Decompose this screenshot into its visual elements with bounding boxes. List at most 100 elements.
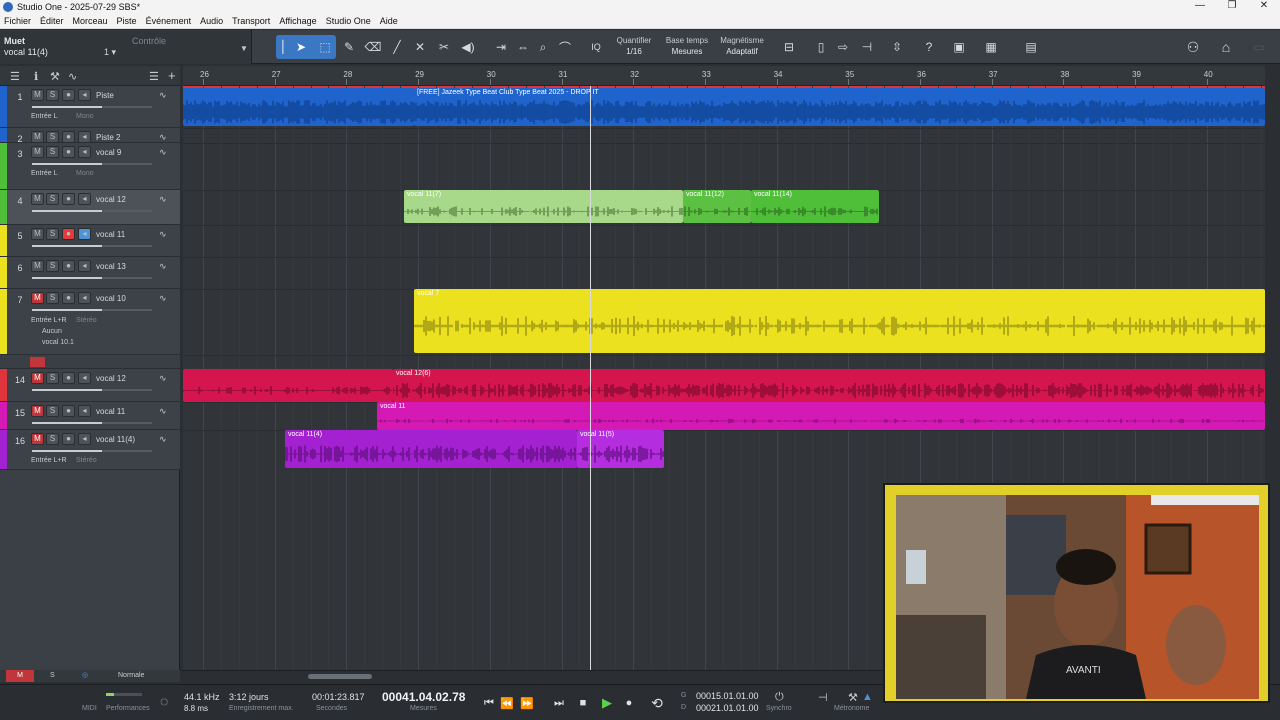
menu-affichage[interactable]: Affichage	[279, 16, 316, 26]
timebase-select[interactable]: Mesures	[664, 47, 710, 56]
menu-transport[interactable]: Transport	[232, 16, 270, 26]
performance-label[interactable]: Performances	[106, 705, 150, 712]
audio-bend-icon[interactable]: ⌒	[554, 36, 576, 58]
track-name[interactable]: vocal 11	[96, 407, 125, 416]
track-header[interactable]: 6 M S ● ◂ vocal 13 ∿	[0, 257, 180, 289]
loop-icon[interactable]: ⟲	[648, 694, 666, 712]
monitor-button[interactable]: ◂	[78, 372, 91, 384]
mute-button[interactable]: M	[31, 433, 44, 445]
mute-button[interactable]: M	[31, 131, 44, 143]
iq-button[interactable]: IQ	[585, 36, 607, 58]
mute-button[interactable]: M	[31, 146, 44, 158]
global-solo-button[interactable]: S	[50, 672, 55, 679]
eraser-tool-icon[interactable]: ⌫	[362, 36, 384, 58]
position-unit-select[interactable]: Mesures	[410, 705, 437, 712]
monitor-button[interactable]: ◂	[78, 193, 91, 205]
volume-fader[interactable]	[32, 422, 152, 424]
track-header[interactable]: 4 M S ● ◂ vocal 12 ∿	[0, 190, 180, 225]
menu-fichier[interactable]: Fichier	[4, 16, 31, 26]
go-to-end-icon[interactable]: ⏭	[550, 694, 568, 712]
insert-select[interactable]: vocal 10.1	[42, 339, 74, 346]
clip-vocal-12-6[interactable]: vocal 12(6)	[393, 369, 1265, 402]
solo-button[interactable]: S	[46, 433, 59, 445]
user-icon[interactable]: ⚇	[1182, 36, 1204, 58]
mute-tool-icon[interactable]: ✕	[409, 36, 431, 58]
list-icon[interactable]: ☰	[149, 70, 159, 83]
track-header[interactable]: 1 M S ● ◂ Piste ∿ Entrée L Mono	[0, 86, 180, 128]
clip-vocal-11-12[interactable]: vocal 11(12)	[683, 190, 751, 223]
mute-button[interactable]: M	[31, 405, 44, 417]
waveform-icon[interactable]: ∿	[159, 132, 167, 143]
home-icon[interactable]: ⌂	[1215, 36, 1237, 58]
mute-button[interactable]: M	[31, 292, 44, 304]
return-to-zero-icon[interactable]: ⏮	[480, 694, 498, 712]
monitor-button[interactable]: ◂	[78, 292, 91, 304]
volume-fader[interactable]	[32, 389, 152, 391]
snap-grid-icon[interactable]: ⊟	[778, 36, 800, 58]
fast-forward-icon[interactable]: ⏩	[518, 694, 536, 712]
listen-tool-icon[interactable]: ◀)	[457, 36, 479, 58]
track-name[interactable]: vocal 11(4)	[96, 435, 135, 444]
waveform-icon[interactable]: ∿	[159, 261, 167, 272]
monitor-button[interactable]: ◂	[78, 405, 91, 417]
record-arm-button[interactable]: ●	[62, 228, 75, 240]
record-arm-button[interactable]: ●	[62, 146, 75, 158]
volume-fader[interactable]	[32, 210, 152, 212]
solo-button[interactable]: S	[46, 292, 59, 304]
track-name[interactable]: vocal 10	[96, 294, 126, 303]
view-mode-select[interactable]: Normale	[118, 672, 144, 679]
solo-button[interactable]: S	[46, 260, 59, 272]
mute-button[interactable]: M	[31, 89, 44, 101]
beat-clip-start[interactable]	[183, 88, 414, 126]
automation-icon[interactable]: ∿	[68, 70, 77, 83]
menu-evenement[interactable]: Événement	[146, 16, 192, 26]
solo-button[interactable]: S	[46, 131, 59, 143]
waveform-icon[interactable]: ∿	[159, 434, 167, 445]
solo-button[interactable]: S	[46, 372, 59, 384]
waveform-icon[interactable]: ∿	[159, 373, 167, 384]
stop-icon[interactable]: ■	[574, 694, 592, 712]
film-icon[interactable]: ▣	[948, 36, 970, 58]
menu-aide[interactable]: Aide	[380, 16, 398, 26]
auto-scroll-icon[interactable]: ⊣	[856, 36, 878, 58]
solo-button[interactable]: S	[46, 89, 59, 101]
clip-vocal-7[interactable]: vocal 7	[414, 289, 1265, 353]
metronome-settings-icon[interactable]: ⚒	[848, 691, 858, 704]
add-track-icon[interactable]: +	[168, 68, 176, 83]
menu-piste[interactable]: Piste	[117, 16, 137, 26]
track-header[interactable]: 2 M S ● ◂ Piste 2 ∿	[0, 128, 180, 144]
track-header[interactable]: 15 M S ● ◂ vocal 11 ∿	[0, 402, 180, 430]
clip-vocal-11-14[interactable]: vocal 11(14)	[751, 190, 879, 223]
track-name[interactable]: Piste	[96, 91, 114, 100]
input-select[interactable]: Entrée L	[31, 170, 57, 177]
pencil-tool-icon[interactable]: ✎	[338, 36, 360, 58]
solo-button[interactable]: S	[46, 405, 59, 417]
monitor-button[interactable]: ◂	[78, 228, 91, 240]
menu-audio[interactable]: Audio	[200, 16, 223, 26]
arrow-tool-icon[interactable]: ➤	[290, 36, 312, 58]
menu-lines-icon[interactable]: ☰	[10, 70, 20, 83]
wrench-icon[interactable]: ⚒	[50, 70, 60, 83]
track-header[interactable]: 3 M S ● ◂ vocal 9 ∿ Entrée L Mono	[0, 143, 180, 190]
waveform-icon[interactable]: ∿	[159, 406, 167, 417]
close-button[interactable]: ✕	[1248, 0, 1280, 11]
record-arm-button[interactable]: ●	[62, 260, 75, 272]
paint-tool-icon[interactable]: ╱	[386, 36, 408, 58]
clip-vocal-11-7[interactable]: vocal 11(7)	[404, 190, 683, 223]
loop-end[interactable]: 00021.01.01.00	[696, 703, 759, 713]
record-arm-button[interactable]: ●	[62, 292, 75, 304]
folder-track-header[interactable]	[0, 355, 180, 369]
track-name[interactable]: vocal 9	[96, 148, 121, 157]
mute-button[interactable]: M	[31, 372, 44, 384]
track-header[interactable]: 7 M S ● ◂ vocal 10 ∿ Entrée L+R Stéréo Aucun vocal…	[0, 289, 180, 355]
info-icon[interactable]: ℹ	[34, 70, 38, 83]
mute-button[interactable]: M	[31, 260, 44, 272]
stretch-icon[interactable]: ⇔	[512, 36, 534, 58]
solo-button[interactable]: S	[46, 146, 59, 158]
track-list-icon[interactable]: ⇳	[886, 36, 908, 58]
mute-button[interactable]: M	[31, 193, 44, 205]
maximize-button[interactable]: ❐	[1216, 0, 1248, 11]
track-name[interactable]: vocal 12	[96, 195, 126, 204]
metronome-icon[interactable]: ▲	[862, 691, 873, 703]
track-header[interactable]: 16 M S ● ◂ vocal 11(4) ∿ Entrée L+R Stéréo	[0, 430, 180, 470]
